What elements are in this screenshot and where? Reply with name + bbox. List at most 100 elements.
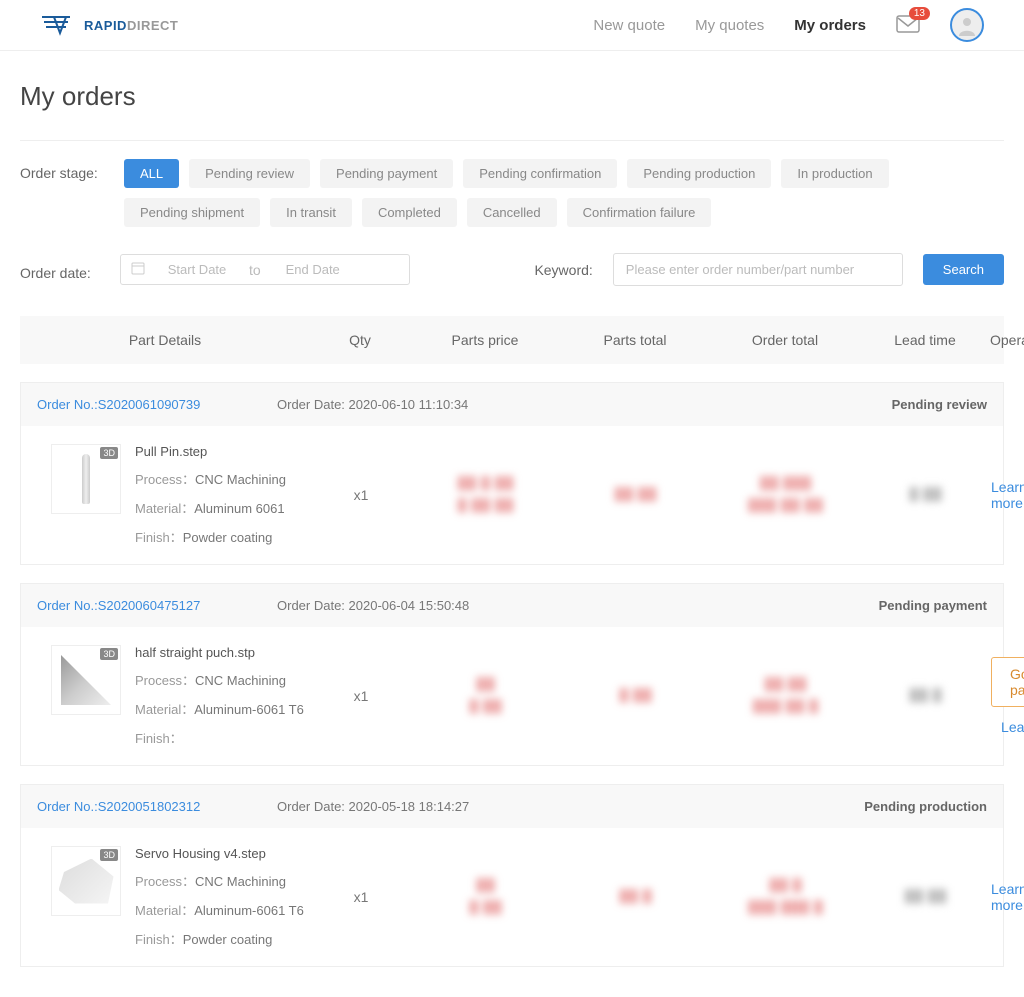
order-head: Order No.:S2020051802312 Order Date: 202… xyxy=(21,785,1003,828)
keyword-input[interactable] xyxy=(613,253,903,286)
order-date: Order Date: 2020-06-10 11:10:34 xyxy=(277,397,468,412)
order-body: 3D Servo Housing v4.step Process：CNC Mac… xyxy=(21,828,1003,966)
stage-pending-production[interactable]: Pending production xyxy=(627,159,771,188)
order-row: Order No.:S2020061090739 Order Date: 202… xyxy=(20,382,1004,565)
part-details: 3D Pull Pin.step Process：CNC Machining M… xyxy=(21,444,311,546)
parts-total-value: █ ██ xyxy=(561,685,711,707)
date-to-label: to xyxy=(249,262,261,278)
col-operate: Operate xyxy=(990,332,1024,348)
badge-3d: 3D xyxy=(100,849,118,861)
stage-in-transit[interactable]: In transit xyxy=(270,198,352,227)
calendar-icon xyxy=(131,261,145,278)
qty-value: x1 xyxy=(311,487,411,503)
order-body: 3D half straight puch.stp Process：CNC Ma… xyxy=(21,627,1003,765)
nav-my-orders[interactable]: My orders xyxy=(794,17,866,34)
order-total-value: ██ ██████ ██ ██ xyxy=(711,473,861,516)
order-total-value: ██ ████ ███ █ xyxy=(711,875,861,918)
order-status: Pending production xyxy=(864,799,987,814)
go-to-payment-button[interactable]: Go to payment xyxy=(991,657,1024,707)
logo-text: RAPIDDIRECT xyxy=(84,18,178,33)
order-date: Order Date: 2020-06-04 15:50:48 xyxy=(277,598,469,613)
stage-all[interactable]: ALL xyxy=(124,159,179,188)
stage-pending-confirmation[interactable]: Pending confirmation xyxy=(463,159,617,188)
order-head: Order No.:S2020060475127 Order Date: 202… xyxy=(21,584,1003,627)
learn-more-link[interactable]: Learn more xyxy=(991,881,1024,913)
part-name: half straight puch.stp xyxy=(135,645,304,660)
part-preview-icon xyxy=(61,655,111,705)
avatar[interactable] xyxy=(950,8,984,42)
order-row: Order No.:S2020051802312 Order Date: 202… xyxy=(20,784,1004,967)
order-head: Order No.:S2020061090739 Order Date: 202… xyxy=(21,383,1003,426)
qty-value: x1 xyxy=(311,688,411,704)
order-date: Order Date: 2020-05-18 18:14:27 xyxy=(277,799,469,814)
parts-total-value: ██ ██ xyxy=(561,484,711,506)
order-body: 3D Pull Pin.step Process：CNC Machining M… xyxy=(21,426,1003,564)
stage-pending-shipment[interactable]: Pending shipment xyxy=(124,198,260,227)
stage-completed[interactable]: Completed xyxy=(362,198,457,227)
qty-value: x1 xyxy=(311,889,411,905)
col-qty: Qty xyxy=(310,332,410,348)
part-name: Pull Pin.step xyxy=(135,444,286,459)
nav-my-quotes[interactable]: My quotes xyxy=(695,17,764,34)
order-number[interactable]: Order No.:S2020061090739 xyxy=(37,397,277,412)
mail-badge: 13 xyxy=(909,7,930,20)
content: My orders Order stage: ALL Pending revie… xyxy=(0,51,1024,997)
header-right: New quote My quotes My orders 13 xyxy=(593,8,984,42)
order-status: Pending payment xyxy=(879,598,987,613)
parts-price-value: ███ ██ xyxy=(411,875,561,918)
search-button[interactable]: Search xyxy=(923,254,1004,285)
order-number[interactable]: Order No.:S2020060475127 xyxy=(37,598,277,613)
stage-confirmation-failure[interactable]: Confirmation failure xyxy=(567,198,712,227)
part-details: 3D Servo Housing v4.step Process：CNC Mac… xyxy=(21,846,311,948)
badge-3d: 3D xyxy=(100,447,118,459)
order-status: Pending review xyxy=(892,397,987,412)
part-thumbnail[interactable]: 3D xyxy=(51,444,121,514)
nav-new-quote[interactable]: New quote xyxy=(593,17,665,34)
table-header: Part Details Qty Parts price Parts total… xyxy=(20,316,1004,364)
learn-more-link[interactable]: Learn more xyxy=(1001,719,1024,735)
stage-cancelled[interactable]: Cancelled xyxy=(467,198,557,227)
stage-pending-payment[interactable]: Pending payment xyxy=(320,159,453,188)
learn-more-link[interactable]: Learn more xyxy=(991,479,1024,511)
order-row: Order No.:S2020060475127 Order Date: 202… xyxy=(20,583,1004,766)
col-order-total: Order total xyxy=(710,332,860,348)
parts-total-value: ██ █ xyxy=(561,886,711,908)
operate-cell: Learn more xyxy=(991,479,1024,511)
stage-filter-row: Order stage: ALL Pending review Pending … xyxy=(20,140,1004,233)
part-thumbnail[interactable]: 3D xyxy=(51,846,121,916)
logo-icon xyxy=(40,13,80,37)
operate-cell: Go to payment Learn more xyxy=(991,657,1024,735)
parts-price-value: ██ █ ███ ██ ██ xyxy=(411,473,561,516)
start-date-input[interactable] xyxy=(157,262,237,277)
page-title: My orders xyxy=(20,81,1004,112)
part-preview-icon xyxy=(82,454,90,504)
keyword-label: Keyword: xyxy=(534,262,592,278)
stage-in-production[interactable]: In production xyxy=(781,159,888,188)
col-parts-total: Parts total xyxy=(560,332,710,348)
stage-pending-review[interactable]: Pending review xyxy=(189,159,310,188)
date-range[interactable]: to xyxy=(120,254,410,285)
order-number[interactable]: Order No.:S2020051802312 xyxy=(37,799,277,814)
end-date-input[interactable] xyxy=(273,262,353,277)
col-part-details: Part Details xyxy=(20,332,310,348)
col-parts-price: Parts price xyxy=(410,332,560,348)
lead-time-value: ██ █ xyxy=(861,685,991,707)
lead-time-value: █ ██ xyxy=(861,484,991,506)
stage-pills: ALL Pending review Pending payment Pendi… xyxy=(124,159,1004,227)
col-lead-time: Lead time xyxy=(860,332,990,348)
parts-price-value: ███ ██ xyxy=(411,674,561,717)
header: RAPIDDIRECT New quote My quotes My order… xyxy=(0,0,1024,51)
operate-cell: Learn more xyxy=(991,881,1024,913)
mail-icon[interactable]: 13 xyxy=(896,15,920,36)
stage-label: Order stage: xyxy=(20,159,100,181)
order-total-value: ██ █████ ██ █ xyxy=(711,674,861,717)
part-details: 3D half straight puch.stp Process：CNC Ma… xyxy=(21,645,311,747)
lead-time-value: ██ ██ xyxy=(861,886,991,908)
part-preview-icon xyxy=(59,859,114,904)
part-thumbnail[interactable]: 3D xyxy=(51,645,121,715)
part-name: Servo Housing v4.step xyxy=(135,846,304,861)
badge-3d: 3D xyxy=(100,648,118,660)
search-row: Order date: to Keyword: Search xyxy=(20,253,1004,286)
logo[interactable]: RAPIDDIRECT xyxy=(40,13,178,37)
date-label: Order date: xyxy=(20,259,100,281)
